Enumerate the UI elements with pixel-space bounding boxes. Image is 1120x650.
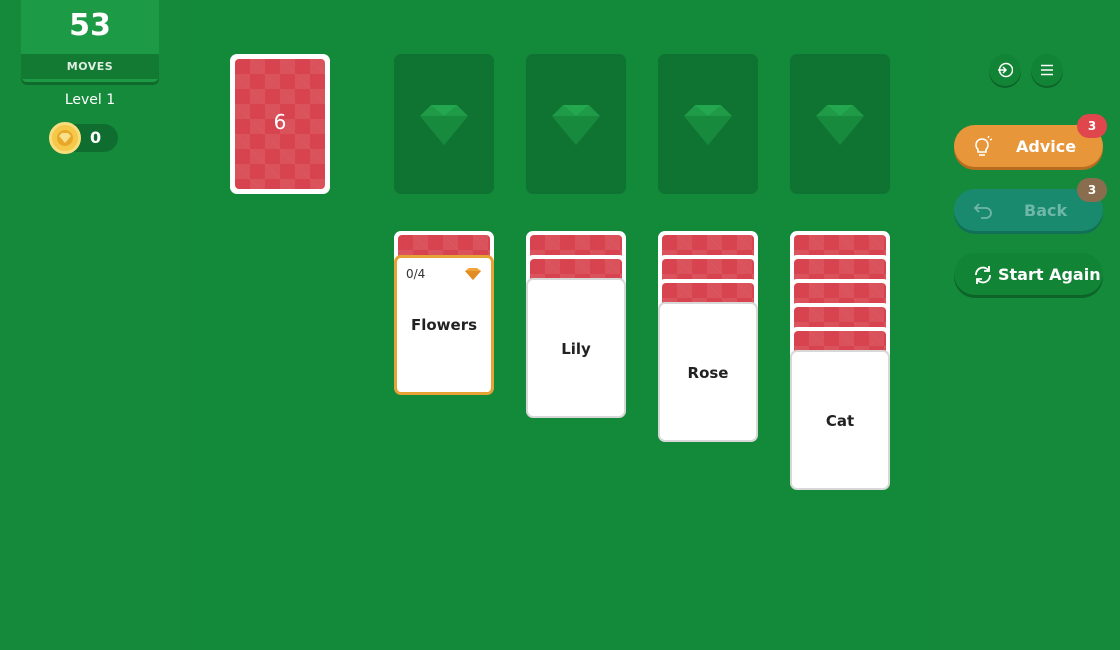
foundation-slot-2[interactable] <box>526 54 626 194</box>
card-label: Cat <box>825 412 855 430</box>
start-again-label: Start Again <box>998 265 1101 284</box>
foundation-slot-4[interactable] <box>790 54 890 194</box>
card-lily[interactable]: Lily <box>526 278 626 418</box>
undo-label: Back <box>1024 201 1068 220</box>
gem-icon <box>552 105 600 145</box>
card-label: Rose <box>687 364 729 382</box>
sign-in-icon <box>998 62 1013 78</box>
moves-value: 53 <box>69 8 111 43</box>
advice-label: Advice <box>1016 137 1077 156</box>
lightbulb-icon <box>975 136 992 156</box>
stock-count: 6 <box>273 110 287 134</box>
sign-in-button[interactable] <box>989 54 1021 86</box>
foundation-slot-3[interactable] <box>658 54 758 194</box>
foundation-slot-1[interactable] <box>394 54 494 194</box>
gem-icon <box>465 268 481 280</box>
card-rose[interactable]: Rose <box>658 302 758 442</box>
undo-count-badge: 3 <box>1077 178 1107 202</box>
moves-counter: 53 MOVES <box>21 0 159 82</box>
category-progress: 0/4 <box>406 267 426 281</box>
restart-icon <box>975 266 991 284</box>
advice-count-badge: 3 <box>1077 114 1107 138</box>
start-again-button[interactable]: Start Again <box>954 253 1103 295</box>
undo-icon <box>973 203 992 219</box>
gem-icon <box>816 105 864 145</box>
level-label: Level 1 <box>64 92 116 108</box>
gem-icon <box>684 105 732 145</box>
coin-icon <box>49 122 81 154</box>
category-card-flowers[interactable]: 0/4 Flowers <box>394 255 494 395</box>
card-label: Lily <box>561 340 591 358</box>
moves-label: MOVES <box>21 54 159 79</box>
stock-pile[interactable]: 6 <box>230 54 330 194</box>
menu-button[interactable] <box>1031 54 1063 86</box>
coin-count: 0 <box>90 128 102 147</box>
right-panel <box>940 0 1120 650</box>
gem-icon <box>420 105 468 145</box>
hamburger-menu-icon <box>1041 64 1053 76</box>
card-cat[interactable]: Cat <box>790 350 890 490</box>
card-label: Flowers <box>410 316 478 334</box>
